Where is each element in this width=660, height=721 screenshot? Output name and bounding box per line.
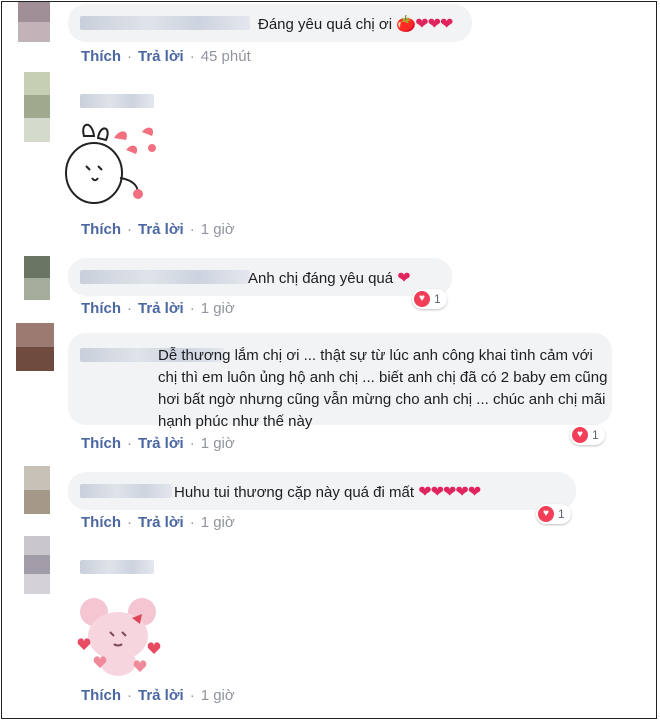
like-link[interactable]: Thích: [81, 514, 121, 531]
pink-bear-sticker-icon: [77, 598, 161, 676]
comment-text: Anh chị đáng yêu quá: [248, 270, 394, 287]
comment-time[interactable]: 1 giờ: [201, 435, 235, 452]
avatar[interactable]: [24, 256, 50, 300]
avatar[interactable]: [16, 323, 54, 371]
separator: ·: [127, 48, 132, 65]
bunny-sticker-icon: [65, 123, 156, 204]
avatar[interactable]: [24, 466, 50, 514]
comment-text: Đáng yêu quá chị ơi: [258, 16, 393, 33]
comment-bubble: Đáng yêu quá chị ơi 🍅❤❤❤: [68, 4, 472, 42]
avatar[interactable]: [24, 72, 50, 142]
comment-bubble: Huhu tui thương cặp này quá đi mất ❤❤❤❤❤: [68, 472, 576, 510]
reply-link[interactable]: Trả lời: [138, 687, 184, 704]
separator: ·: [189, 48, 195, 65]
separator: ·: [189, 687, 195, 704]
comment-time[interactable]: 1 giờ: [201, 221, 235, 238]
reaction-number: 1: [434, 292, 441, 306]
comment-actions: Thích · Trả lời · 1 giờ: [81, 514, 235, 531]
comment-actions: Thích · Trả lời · 1 giờ: [81, 300, 235, 317]
heart-reaction-icon: ♥: [572, 427, 588, 443]
emoji-hearts: ❤: [397, 270, 410, 287]
comment-actions: Thích · Trả lời · 1 giờ: [81, 687, 235, 704]
emoji-hearts: 🍅❤❤❤: [396, 16, 453, 33]
separator: ·: [189, 300, 195, 317]
separator: ·: [127, 435, 132, 452]
comment-time[interactable]: 1 giờ: [201, 687, 235, 704]
comment-bubble: Dễ thương lắm chị ơi ... thật sự từ lúc …: [68, 333, 612, 430]
comment-actions: Thích · Trả lời · 1 giờ: [81, 435, 235, 452]
separator: ·: [189, 435, 195, 452]
separator: ·: [127, 514, 132, 531]
like-link[interactable]: Thích: [81, 48, 121, 65]
reaction-count[interactable]: ♥ 1: [536, 504, 571, 524]
commenter-name[interactable]: [80, 270, 250, 284]
separator: ·: [127, 300, 132, 317]
reply-link[interactable]: Trả lời: [138, 221, 184, 238]
separator: ·: [189, 221, 195, 238]
comment-bubble: Anh chị đáng yêu quá ❤: [68, 258, 452, 296]
reply-link[interactable]: Trả lời: [138, 300, 184, 317]
reaction-count[interactable]: ♥ 1: [412, 289, 447, 309]
reaction-count[interactable]: ♥ 1: [570, 425, 605, 445]
like-link[interactable]: Thích: [81, 300, 121, 317]
comment-text-wrap: Anh chị đáng yêu quá ❤: [248, 268, 411, 288]
commenter-name[interactable]: [80, 94, 154, 108]
like-link[interactable]: Thích: [81, 435, 121, 452]
commenter-name[interactable]: [80, 484, 172, 498]
comment-text-wrap: Huhu tui thương cặp này quá đi mất ❤❤❤❤❤: [174, 482, 481, 502]
reply-link[interactable]: Trả lời: [138, 435, 184, 452]
reaction-number: 1: [558, 507, 565, 521]
heart-reaction-icon: ♥: [414, 291, 430, 307]
comment-text: Dễ thương lắm chị ơi ... thật sự từ lúc …: [158, 347, 608, 430]
comment-time[interactable]: 1 giờ: [201, 514, 235, 531]
emoji-hearts: ❤❤❤❤❤: [418, 484, 481, 501]
like-link[interactable]: Thích: [81, 687, 121, 704]
comment-actions: Thích · Trả lời · 1 giờ: [81, 221, 235, 238]
reaction-number: 1: [592, 428, 599, 442]
separator: ·: [127, 687, 132, 704]
commenter-name[interactable]: [80, 16, 250, 30]
like-link[interactable]: Thích: [81, 221, 121, 238]
comment-time[interactable]: 45 phút: [201, 48, 251, 65]
comment-time[interactable]: 1 giờ: [201, 300, 235, 317]
separator: ·: [189, 514, 195, 531]
reply-link[interactable]: Trả lời: [138, 514, 184, 531]
heart-reaction-icon: ♥: [538, 506, 554, 522]
commenter-name[interactable]: [80, 560, 154, 574]
reply-link[interactable]: Trả lời: [138, 48, 184, 65]
avatar[interactable]: [24, 536, 50, 594]
avatar[interactable]: [18, 2, 50, 42]
separator: ·: [127, 221, 132, 238]
comment-text-wrap: Đáng yêu quá chị ơi 🍅❤❤❤: [258, 14, 453, 34]
comment-text: Huhu tui thương cặp này quá đi mất: [174, 484, 415, 501]
comment-actions: Thích · Trả lời · 45 phút: [81, 48, 251, 65]
